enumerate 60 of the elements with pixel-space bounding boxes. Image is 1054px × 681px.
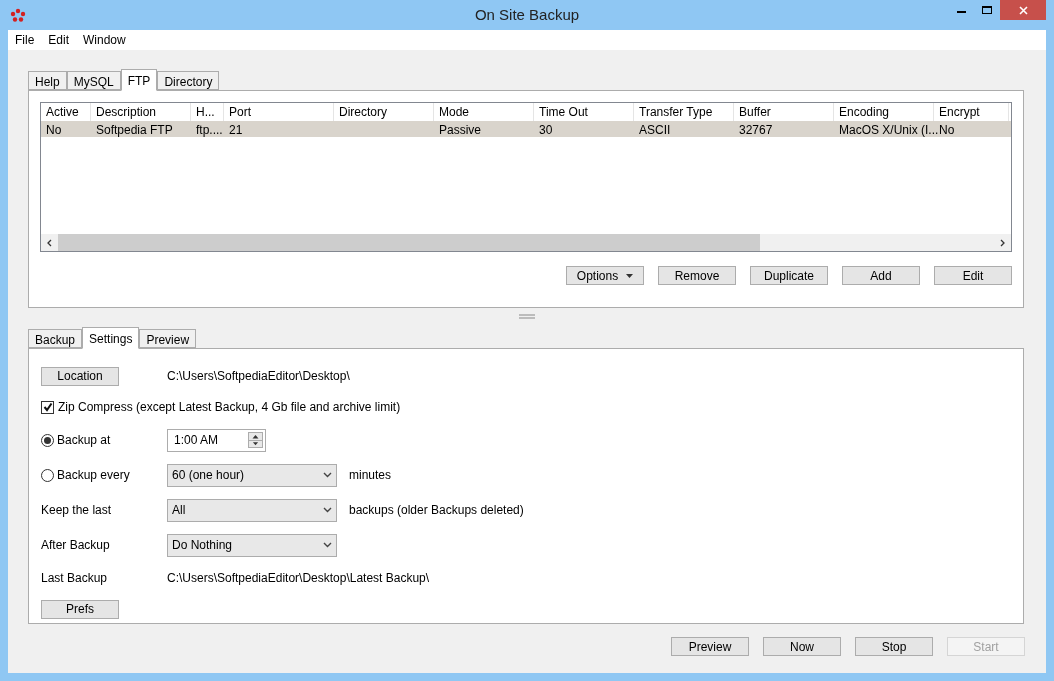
chevron-down-icon <box>323 472 332 478</box>
table-cell: 21 <box>229 123 243 137</box>
tab[interactable]: MySQL <box>66 71 121 90</box>
horizontal-scrollbar[interactable] <box>41 234 1011 251</box>
caret-down-icon <box>626 273 634 278</box>
splitter-grip-icon <box>519 314 535 319</box>
options-button[interactable]: Options <box>566 266 644 285</box>
chevron-down-icon <box>323 507 332 513</box>
table-cell: ASCII <box>639 123 671 137</box>
table-row[interactable]: No Softpedia FTP ftp.... 21 Passive 30 ASCII 32767 MacOS X/Unix (I...No <box>41 121 1011 137</box>
field-label: After Backup <box>41 537 111 554</box>
action-button[interactable]: Duplicate <box>750 266 828 285</box>
after-backup-dropdown[interactable]: Do Nothing <box>167 533 337 557</box>
tab[interactable]: FTP <box>120 69 158 91</box>
table-cell: 32767 <box>739 123 773 137</box>
checkbox[interactable] <box>41 400 54 414</box>
chevron-left-icon <box>47 238 52 247</box>
chevron-right-icon <box>1000 238 1005 247</box>
table-cell: Softpedia FTP <box>96 123 173 137</box>
interval-dropdown[interactable]: 60 (one hour) <box>167 463 337 487</box>
table-cell: No <box>46 123 62 137</box>
close-icon <box>1018 5 1028 15</box>
prefs-button[interactable]: Prefs <box>41 599 119 619</box>
tab[interactable]: Preview <box>139 329 197 348</box>
table-cell: No <box>939 123 955 137</box>
footer-button[interactable]: Preview <box>671 637 749 656</box>
radio-button[interactable] <box>41 468 54 482</box>
table-cell: ftp.... <box>196 123 223 137</box>
suffix-label: backups (older Backups deleted) <box>349 502 524 519</box>
table-cell: Passive <box>439 123 482 137</box>
action-button[interactable]: Remove <box>658 266 736 285</box>
location-button[interactable]: Location <box>41 366 119 386</box>
chevron-down-icon <box>323 542 332 548</box>
menu-item[interactable]: Window <box>83 31 126 49</box>
location-path: C:\Users\SoftpediaEditor\Desktop\ <box>167 368 350 385</box>
window-title: On Site Backup <box>474 4 580 25</box>
radio-label: Backup every <box>57 467 130 484</box>
tab[interactable]: Backup <box>28 329 83 348</box>
table-cell: 30 <box>539 123 553 137</box>
tab[interactable]: Settings <box>82 327 140 349</box>
last-backup-path: C:\Users\SoftpediaEditor\Desktop\Latest Backup\ <box>167 570 430 587</box>
flower-icon <box>10 8 26 22</box>
checkbox-label: Zip Compress (except Latest Backup, 4 Gb file and archive limit) <box>58 399 401 416</box>
table-cell: MacOS X/Unix (I... <box>839 123 939 137</box>
unit-label: minutes <box>349 467 392 484</box>
field-label: Keep the last <box>41 502 113 519</box>
radio-label: Backup at <box>57 432 111 449</box>
tab[interactable]: Directory <box>157 71 220 90</box>
time-field[interactable]: 1:00 AM <box>167 428 266 452</box>
spinner-buttons[interactable] <box>248 432 263 448</box>
action-button[interactable]: Add <box>842 266 920 285</box>
tab[interactable]: Help <box>28 71 67 90</box>
radio-button[interactable] <box>41 433 54 447</box>
footer-button[interactable]: Stop <box>855 637 933 656</box>
menu-item[interactable]: Edit <box>48 31 70 49</box>
action-button[interactable]: Edit <box>934 266 1012 285</box>
footer-button[interactable]: Now <box>763 637 841 656</box>
menu-item[interactable]: File <box>15 31 35 49</box>
field-label: Last Backup <box>41 570 109 587</box>
keep-dropdown[interactable]: All <box>167 498 337 522</box>
